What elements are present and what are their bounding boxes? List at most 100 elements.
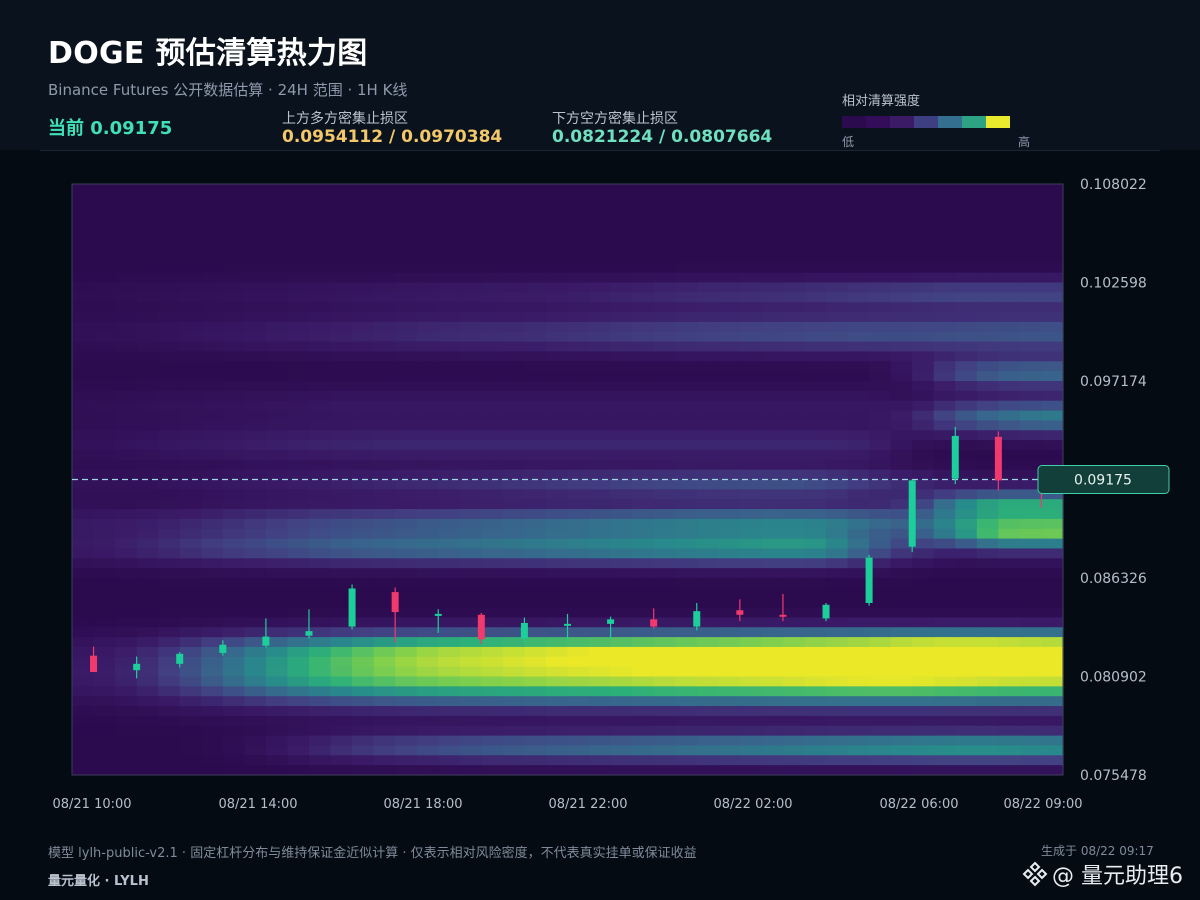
heat-cell: [847, 282, 870, 293]
heat-cell: [395, 538, 418, 550]
heat-cell: [545, 558, 569, 569]
heat-cell: [589, 381, 612, 392]
heat-cell: [438, 410, 461, 421]
heat-cell: [847, 371, 870, 382]
heat-cell: [373, 755, 396, 766]
heat-cell: [869, 538, 892, 550]
heat-cell: [567, 607, 590, 618]
heat-cell: [136, 479, 159, 490]
heat-cell: [589, 518, 612, 530]
heat-cell: [115, 568, 138, 579]
heat-cell: [739, 646, 762, 658]
heat-cell: [653, 459, 676, 471]
heat-cell: [1019, 233, 1043, 244]
heat-cell: [244, 420, 267, 431]
heat-cell: [115, 617, 138, 628]
heat-cell: [696, 597, 719, 609]
heat-cell: [1019, 292, 1043, 303]
heat-cell: [136, 745, 159, 756]
heat-cell: [373, 538, 396, 550]
heat-cell: [502, 755, 526, 766]
heat-cell: [179, 193, 202, 205]
heat-cell: [804, 262, 827, 274]
heat-cell: [826, 400, 849, 412]
heat-cell: [459, 587, 482, 599]
heat-cell: [265, 509, 289, 520]
heat-cell: [352, 193, 375, 205]
heat-cell: [330, 400, 353, 412]
heat-cell: [545, 302, 569, 313]
heat-cell: [395, 646, 418, 658]
heat-cell: [524, 341, 547, 353]
heat-cell: [330, 262, 353, 274]
heat-cell: [890, 607, 913, 618]
heat-cell: [567, 489, 590, 500]
heat-cell: [718, 637, 741, 648]
heat-cell: [416, 646, 439, 658]
heat-cell: [481, 765, 504, 776]
heat-cell: [632, 459, 655, 471]
x-tick-label: 08/21 10:00: [52, 797, 131, 812]
heat-cell: [115, 193, 138, 205]
heat-cell: [610, 578, 633, 589]
heat-cell: [826, 390, 849, 402]
heat-cell: [179, 696, 202, 707]
heat-cell: [72, 282, 95, 293]
heat-cell: [201, 381, 224, 392]
heat-cell: [912, 410, 935, 421]
heat-cell: [72, 223, 95, 234]
heat-cell: [890, 331, 913, 343]
heat-cell: [179, 676, 202, 687]
heat-cell: [1041, 341, 1064, 353]
heat-cell: [1019, 302, 1043, 313]
heat-cell: [976, 666, 999, 678]
heat-cell: [761, 646, 784, 658]
heat-cell: [912, 381, 935, 392]
heat-cell: [416, 735, 439, 747]
heat-cell: [804, 410, 827, 421]
heat-cell: [567, 233, 590, 244]
heat-cell: [502, 745, 526, 756]
heat-cell: [826, 252, 849, 264]
heat-cell: [998, 223, 1021, 234]
heat-cell: [998, 479, 1021, 490]
heat-cell: [718, 755, 741, 766]
heat-cell: [1019, 686, 1043, 697]
heat-cell: [158, 666, 181, 678]
heat-cell: [589, 509, 612, 520]
heat-cell: [782, 262, 806, 274]
heat-cell: [201, 233, 224, 244]
heat-cell: [1041, 528, 1064, 540]
heat-cell: [589, 351, 612, 362]
heat-cell: [847, 223, 870, 234]
heat-cell: [933, 203, 956, 215]
heat-cell: [244, 617, 267, 628]
heat-cell: [524, 715, 547, 727]
heat-cell: [72, 381, 95, 392]
heat-cell: [545, 341, 569, 353]
heat-cell: [610, 262, 633, 274]
heat-cell: [826, 509, 849, 520]
heat-cell: [287, 351, 310, 362]
heat-cell: [998, 213, 1021, 224]
heat-cell: [438, 755, 461, 766]
heat-cell: [265, 351, 289, 362]
heat-cell: [502, 193, 526, 205]
heat-cell: [222, 548, 245, 559]
heat-cell: [847, 745, 870, 756]
heat-cell: [610, 233, 633, 244]
heat-cell: [416, 676, 439, 687]
heat-cell: [352, 272, 375, 284]
heat-cell: [502, 371, 526, 382]
heat-cell: [869, 351, 892, 362]
heat-cell: [739, 430, 762, 441]
heat-cell: [502, 410, 526, 421]
heat-cell: [93, 607, 116, 618]
heat-cell: [308, 381, 332, 392]
heat-cell: [158, 676, 181, 687]
heat-cell: [976, 262, 999, 274]
heat-cell: [136, 400, 159, 412]
heat-cell: [804, 184, 827, 195]
heat-cell: [739, 715, 762, 727]
heat-cell: [352, 548, 375, 559]
